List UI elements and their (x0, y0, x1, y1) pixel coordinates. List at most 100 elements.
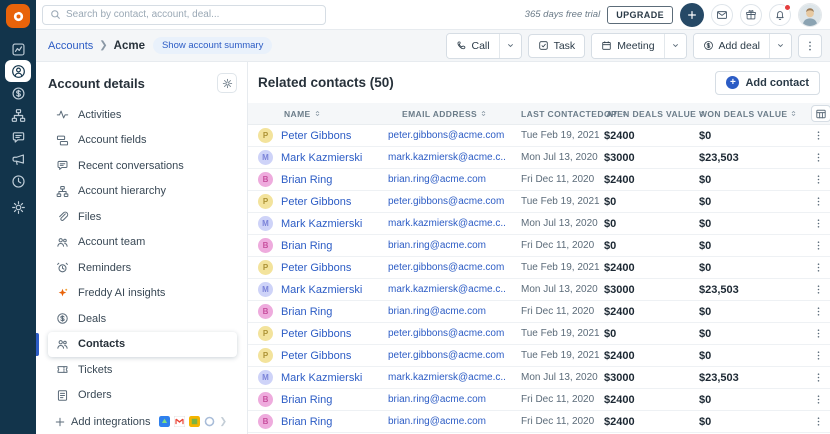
column-header-email-address[interactable]: Email address (388, 109, 521, 119)
rail-item-dashboard[interactable] (5, 38, 31, 60)
table-row[interactable]: M Mark Kazmierski mark.kazmiersk@acme.c.. M… (248, 279, 830, 301)
row-menu-button[interactable] (813, 152, 824, 163)
table-row[interactable]: M Mark Kazmierski mark.kazmiersk@acme.c.. M… (248, 367, 830, 389)
rail-item-settings[interactable] (5, 196, 31, 218)
contact-email-link[interactable]: peter.gibbons@acme.com (388, 262, 521, 273)
contact-email-link[interactable]: brian.ring@acme.com (388, 416, 521, 427)
rail-item-accounts[interactable] (5, 104, 31, 126)
task-button[interactable]: Task (527, 33, 586, 58)
contact-name-link[interactable]: Brian Ring (281, 416, 332, 428)
table-row[interactable]: P Peter Gibbons peter.gibbons@acme.comTue … (248, 345, 830, 367)
contact-name-link[interactable]: Peter Gibbons (281, 262, 351, 274)
rail-item-campaigns[interactable] (5, 148, 31, 170)
row-menu-button[interactable] (813, 416, 824, 427)
row-menu-button[interactable] (813, 196, 824, 207)
panel-item-contacts[interactable]: Contacts (36, 331, 237, 357)
breadcrumb-accounts-link[interactable]: Accounts (48, 40, 93, 52)
row-menu-button[interactable] (813, 284, 824, 295)
column-header-open-deals-value[interactable]: Open deals value (604, 109, 705, 119)
emails-button[interactable] (711, 3, 733, 26)
quick-add-button[interactable] (680, 2, 704, 27)
row-menu-button[interactable] (813, 372, 824, 383)
contact-name-link[interactable]: Brian Ring (281, 240, 332, 252)
table-row[interactable]: B Brian Ring brian.ring@acme.com Fri Dec 11… (248, 301, 830, 323)
show-account-summary-pill[interactable]: Show account summary (152, 37, 273, 54)
table-row[interactable]: P Peter Gibbons peter.gibbons@acme.comTue … (248, 191, 830, 213)
rail-item-deals[interactable] (5, 82, 31, 104)
contact-email-link[interactable]: mark.kazmiersk@acme.c.. (388, 372, 521, 383)
column-header-won-deals-value[interactable]: Won deals value (699, 109, 797, 119)
contact-email-link[interactable]: peter.gibbons@acme.com (388, 350, 521, 361)
add-deal-button[interactable]: Add deal (693, 33, 769, 58)
contact-email-link[interactable]: mark.kazmiersk@acme.c.. (388, 152, 521, 163)
row-menu-button[interactable] (813, 262, 824, 273)
row-menu-button[interactable] (813, 130, 824, 141)
sort-icon[interactable] (480, 110, 487, 117)
row-menu-button[interactable] (813, 174, 824, 185)
contact-name-link[interactable]: Peter Gibbons (281, 130, 351, 142)
table-row[interactable]: M Mark Kazmierski mark.kazmiersk@acme.c.. M… (248, 213, 830, 235)
whats-new-button[interactable] (740, 3, 762, 26)
contact-email-link[interactable]: brian.ring@acme.com (388, 174, 521, 185)
meeting-button[interactable]: Meeting (592, 33, 664, 58)
contact-name-link[interactable]: Mark Kazmierski (281, 152, 362, 164)
table-row[interactable]: B Brian Ring brian.ring@acme.com Fri Dec 11… (248, 169, 830, 191)
table-row[interactable]: P Peter Gibbons peter.gibbons@acme.comTue … (248, 257, 830, 279)
table-row[interactable]: P Peter Gibbons peter.gibbons@acme.comTue … (248, 125, 830, 147)
sort-icon[interactable] (314, 110, 321, 117)
panel-item-tickets[interactable]: Tickets (48, 357, 237, 383)
row-menu-button[interactable] (813, 306, 824, 317)
panel-item-orders[interactable]: Orders (48, 383, 237, 409)
freshworks-logo-icon[interactable] (6, 4, 30, 28)
contact-name-link[interactable]: Brian Ring (281, 306, 332, 318)
column-header-name[interactable]: Name (258, 109, 388, 119)
panel-item-reminders[interactable]: Reminders (48, 255, 237, 281)
table-row[interactable]: B Brian Ring brian.ring@acme.com Fri Dec 11… (248, 411, 830, 433)
table-row[interactable]: B Brian Ring brian.ring@acme.com Fri Dec 11… (248, 235, 830, 257)
contact-email-link[interactable]: peter.gibbons@acme.com (388, 130, 521, 141)
table-row[interactable]: B Brian Ring brian.ring@acme.com Fri Dec 11… (248, 389, 830, 411)
rail-item-contacts[interactable] (5, 60, 31, 82)
panel-settings-button[interactable] (217, 73, 237, 93)
rail-item-analytics[interactable] (5, 170, 31, 192)
panel-item-recent-conversations[interactable]: Recent conversations (48, 153, 237, 179)
panel-item-files[interactable]: Files (48, 204, 237, 230)
panel-item-deals[interactable]: Deals (48, 306, 237, 332)
user-avatar[interactable] (798, 2, 822, 27)
table-row[interactable]: M Mark Kazmierski mark.kazmiersk@acme.c.. M… (248, 147, 830, 169)
panel-item-account-fields[interactable]: Account fields (48, 128, 237, 154)
contact-name-link[interactable]: Mark Kazmierski (281, 372, 362, 384)
contact-email-link[interactable]: brian.ring@acme.com (388, 240, 521, 251)
panel-item-account-team[interactable]: Account team (48, 230, 237, 256)
panel-item-activities[interactable]: Activities (48, 102, 237, 128)
contact-email-link[interactable]: brian.ring@acme.com (388, 394, 521, 405)
contact-name-link[interactable]: Mark Kazmierski (281, 218, 362, 230)
call-button[interactable]: Call (446, 33, 499, 58)
meeting-dropdown-button[interactable] (663, 33, 686, 58)
contact-name-link[interactable]: Mark Kazmierski (281, 284, 362, 296)
contact-email-link[interactable]: peter.gibbons@acme.com (388, 196, 521, 207)
global-search[interactable] (42, 4, 326, 25)
contact-name-link[interactable]: Peter Gibbons (281, 196, 351, 208)
add-contact-button[interactable]: + Add contact (715, 70, 820, 95)
contact-name-link[interactable]: Peter Gibbons (281, 328, 351, 340)
contact-name-link[interactable]: Brian Ring (281, 174, 332, 186)
contact-email-link[interactable]: mark.kazmiersk@acme.c.. (388, 218, 521, 229)
search-input[interactable] (66, 9, 318, 20)
contact-email-link[interactable]: brian.ring@acme.com (388, 306, 521, 317)
table-row[interactable]: P Peter Gibbons peter.gibbons@acme.comTue … (248, 323, 830, 345)
column-picker-button[interactable] (811, 105, 830, 122)
notifications-button[interactable] (769, 3, 791, 26)
panel-item-account-hierarchy[interactable]: Account hierarchy (48, 179, 237, 205)
contact-email-link[interactable]: mark.kazmiersk@acme.c.. (388, 284, 521, 295)
row-menu-button[interactable] (813, 328, 824, 339)
contact-name-link[interactable]: Brian Ring (281, 394, 332, 406)
contact-email-link[interactable]: peter.gibbons@acme.com (388, 328, 521, 339)
more-actions-button[interactable] (798, 33, 822, 58)
row-menu-button[interactable] (813, 350, 824, 361)
sort-icon[interactable] (790, 110, 797, 117)
add-deal-dropdown-button[interactable] (769, 33, 791, 58)
call-dropdown-button[interactable] (498, 33, 521, 58)
row-menu-button[interactable] (813, 218, 824, 229)
row-menu-button[interactable] (813, 240, 824, 251)
